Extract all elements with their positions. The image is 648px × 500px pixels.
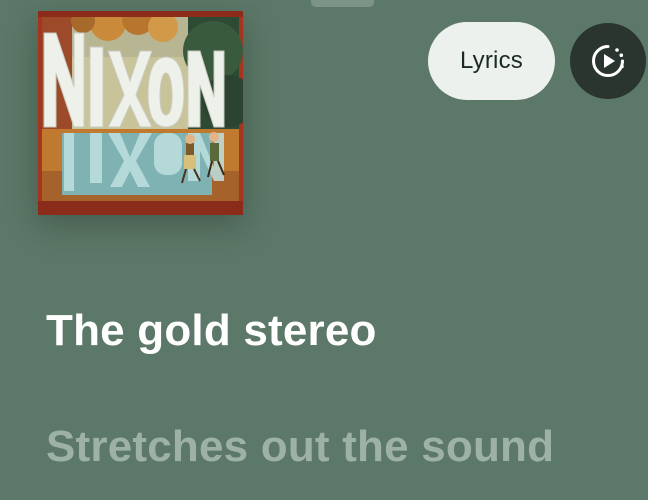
sheet-grabber-handle[interactable] <box>311 0 374 7</box>
lyric-line-next[interactable]: Stretches out the sound <box>46 422 554 472</box>
album-cover-image <box>38 11 243 215</box>
album-art <box>38 11 243 215</box>
autoplay-icon <box>592 45 624 77</box>
song-title: The gold stereo <box>46 306 377 355</box>
autoplay-button[interactable] <box>570 23 646 99</box>
lyrics-button[interactable]: Lyrics <box>428 22 555 100</box>
